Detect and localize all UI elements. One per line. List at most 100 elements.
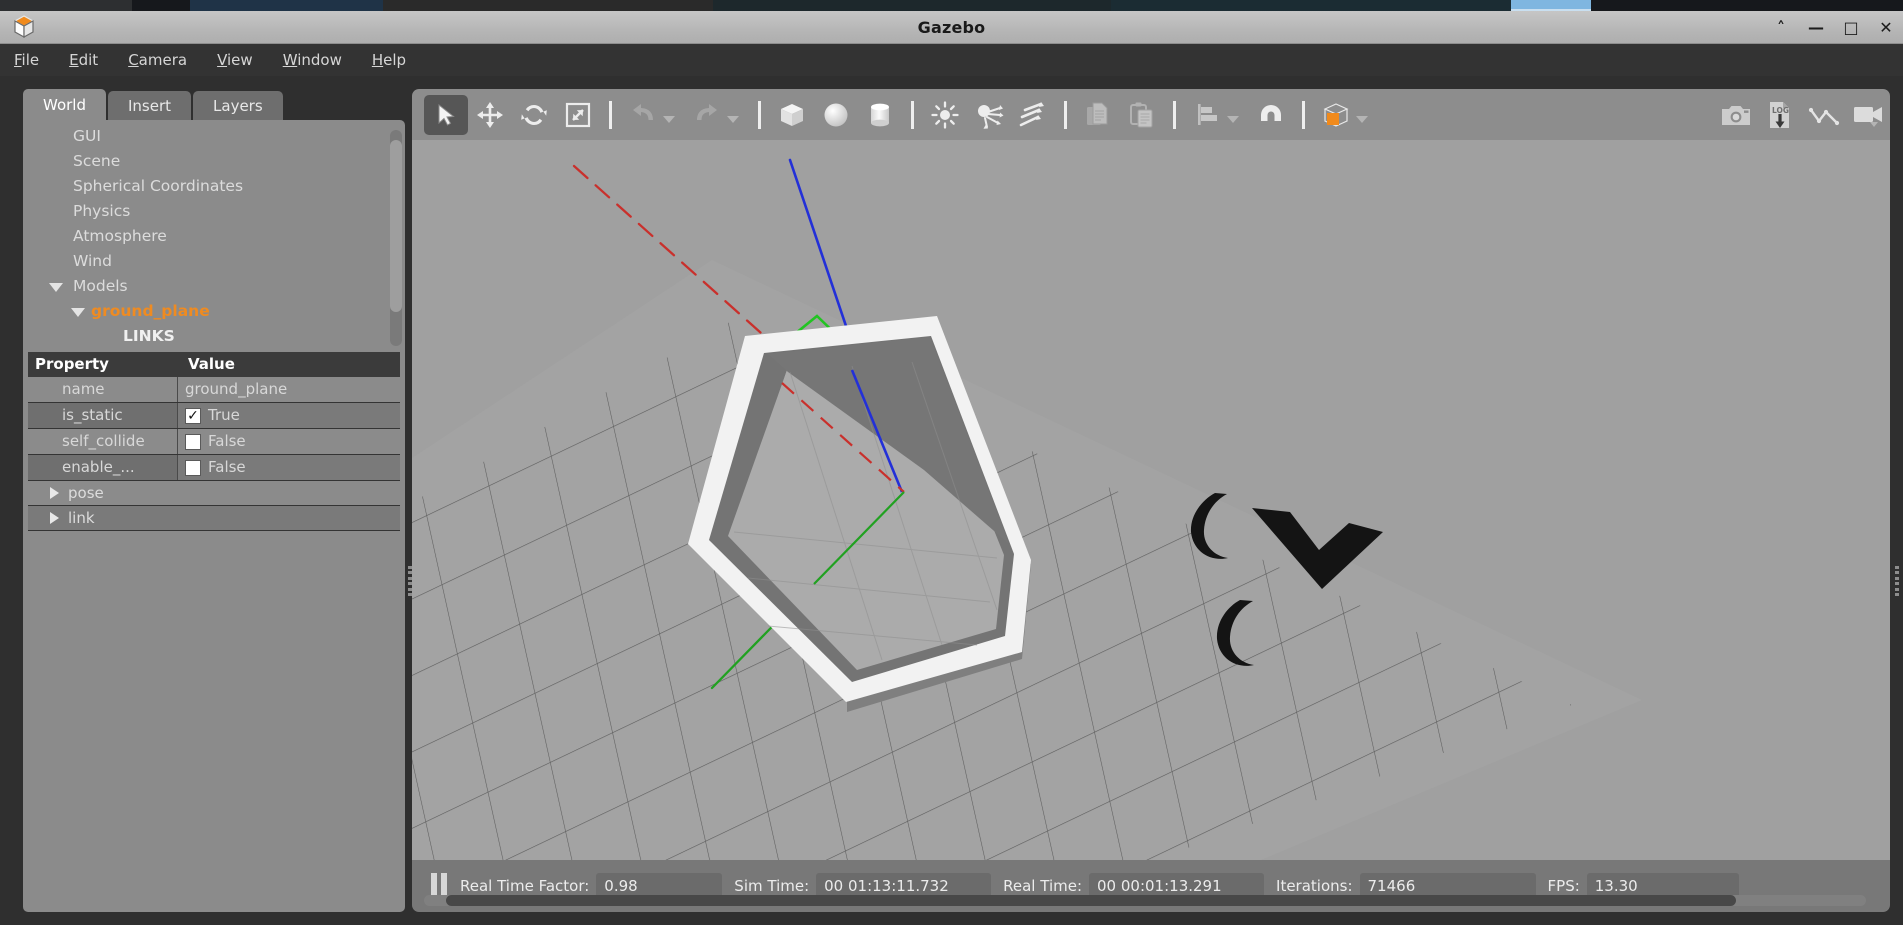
paste-button[interactable] [1120,95,1164,135]
panel-tabs: World Insert Layers [23,89,285,121]
menu-help[interactable]: Help [372,48,420,72]
property-group-pose[interactable]: pose [28,481,400,506]
view-mode-dropdown-caret-icon[interactable] [1356,116,1368,123]
tree-scrollbar[interactable] [390,130,402,346]
property-value-is-static[interactable]: ✓ True [178,403,400,428]
undo-arrow-icon [633,103,653,120]
chevron-down-icon[interactable] [71,308,85,317]
property-value-self-collide[interactable]: False [178,429,400,454]
render-column: LOG Real Time Factor: 0.98 Sim Time: 00 … [412,89,1890,912]
maximize-button[interactable]: □ [1842,18,1860,37]
insert-directional-light-button[interactable] [1011,95,1055,135]
checkbox-enable-wind[interactable] [185,459,201,476]
menu-file-label: ile [21,51,40,69]
taskbar-segment [132,0,190,11]
menu-camera-label: amera [138,51,188,69]
property-group-pose-label: pose [68,484,104,502]
tree-scrollbar-thumb[interactable] [390,140,402,312]
directional-light-icon [1019,101,1044,126]
snap-button[interactable] [1249,95,1293,135]
table-row[interactable]: name ground_plane [28,377,400,403]
move-arrows-icon [477,101,503,128]
tree-item-atmosphere[interactable]: Atmosphere [23,224,405,249]
tree-item-ground-plane[interactable]: ground_plane [23,299,405,324]
table-row[interactable]: self_collide False [28,429,400,455]
align-dropdown-caret-icon[interactable] [1227,116,1239,123]
scene-toolbar: LOG [412,89,1890,140]
camera-icon [1722,105,1750,125]
toolbar-separator [758,100,761,129]
undo-button[interactable] [621,95,665,135]
toolbar-separator [1302,100,1305,129]
checkbox-is-static[interactable]: ✓ [185,407,201,424]
box-icon [781,103,803,126]
property-value-name[interactable]: ground_plane [178,377,400,402]
log-record-button[interactable]: LOG [1758,95,1802,135]
video-record-button[interactable] [1846,95,1890,135]
wireframe-cube-icon [1323,102,1349,127]
menu-view-label: iew [227,51,253,69]
sphere-icon [824,103,848,126]
tree-item-wind[interactable]: Wind [23,249,405,274]
property-value-self-collide-label: False [208,432,246,450]
property-key-enable-wind: enable_... [28,455,178,480]
window-title: Gazebo [917,18,986,37]
taskbar-active-window-indicator[interactable] [1511,0,1591,11]
minimize-button[interactable]: — [1807,18,1825,37]
translate-mode-tool[interactable] [468,95,512,135]
close-button[interactable]: ✕ [1877,18,1895,37]
table-row[interactable]: enable_... False [28,455,400,481]
insert-sphere-button[interactable] [814,95,858,135]
scale-mode-tool[interactable] [556,95,600,135]
chevron-down-icon[interactable] [49,283,63,292]
horizontal-scrollbar-thumb[interactable] [446,895,1736,906]
align-icon [1198,103,1217,125]
tree-item-links-header: LINKS [123,327,175,345]
taskbar-segment [1591,0,1903,11]
redo-button[interactable] [685,95,729,135]
insert-box-button[interactable] [770,95,814,135]
menu-window[interactable]: Window [283,48,356,72]
horizontal-scrollbar[interactable] [424,895,1866,906]
property-value-enable-wind[interactable]: False [178,455,400,480]
tab-layers[interactable]: Layers [193,91,283,121]
property-key-name: name [28,377,178,402]
table-row[interactable]: is_static ✓ True [28,403,400,429]
select-mode-tool[interactable] [424,94,468,135]
tree-item-gui[interactable]: GUI [23,124,405,149]
rotate-mode-tool[interactable] [512,95,556,135]
menu-edit-label: dit [78,51,99,69]
menu-camera[interactable]: Camera [128,48,201,72]
tab-world[interactable]: World [23,89,106,121]
rotate-arrows-icon [521,104,547,125]
checkbox-self-collide[interactable] [185,433,201,450]
menu-view-mnemonic: V [217,51,228,69]
chevron-right-icon[interactable] [50,512,59,524]
menu-file[interactable]: File [14,48,53,72]
undo-dropdown-caret-icon[interactable] [663,116,675,123]
chevron-right-icon[interactable] [50,487,59,499]
property-group-link[interactable]: link [28,506,400,531]
tree-item-physics[interactable]: Physics [23,199,405,224]
shade-button[interactable]: ˄ [1772,18,1790,37]
copy-button[interactable] [1076,95,1120,135]
render-viewport[interactable] [412,140,1890,860]
taskbar-segment [1111,0,1511,11]
world-panel: World Insert Layers GUI Scene Spherical … [23,89,405,912]
redo-dropdown-caret-icon[interactable] [727,116,739,123]
view-mode-button[interactable] [1314,95,1358,135]
insert-cylinder-button[interactable] [858,95,902,135]
tree-item-models[interactable]: Models [23,274,405,299]
tree-item-scene[interactable]: Scene [23,149,405,174]
panel-splitter-right[interactable] [1893,566,1901,596]
screenshot-button[interactable] [1714,95,1758,135]
menu-view[interactable]: View [217,48,267,72]
tab-insert[interactable]: Insert [108,91,192,121]
plot-button[interactable] [1802,95,1846,135]
insert-spot-light-button[interactable] [967,95,1011,135]
insert-point-light-button[interactable] [923,95,967,135]
menu-edit[interactable]: Edit [69,48,112,72]
align-button[interactable] [1185,95,1229,135]
paste-icon [1130,102,1153,127]
tree-item-spherical-coordinates[interactable]: Spherical Coordinates [23,174,405,199]
